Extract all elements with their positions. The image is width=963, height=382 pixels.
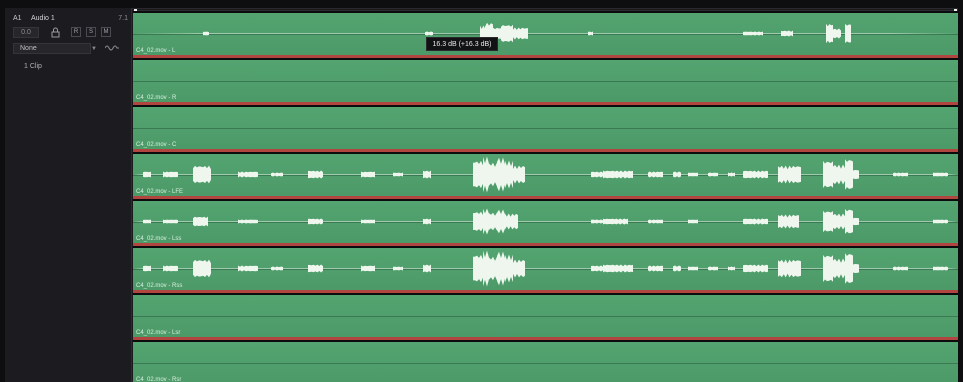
waveform-icon[interactable] [105,44,119,52]
waveform-path [133,22,958,45]
lane-label: C4_02.mov - R [136,95,177,101]
clip-count: 1 Clip [24,63,42,70]
lane-centerline [133,362,958,364]
waveform [133,208,958,235]
audio-lane[interactable]: C4_02.mov - Lsr [133,293,958,340]
lane-label: C4_02.mov - Lsr [136,330,181,336]
effect-select[interactable]: None [13,43,91,54]
track-name[interactable]: Audio 1 [31,15,55,22]
lane-label: C4_02.mov - Rss [136,283,183,289]
mute-button[interactable]: M [101,27,111,37]
audio-clip[interactable]: C4_02.mov - L C4_02.mov - R C4_02.mov - C C… [133,11,958,382]
audio-lane[interactable]: C4_02.mov - Rss [133,246,958,293]
chevron-down-icon[interactable]: ▼ [91,46,97,52]
lane-label: C4_02.mov - Lss [136,236,182,242]
waveform-path [133,250,958,287]
lane-centerline [133,80,958,82]
audio-lane[interactable]: C4_02.mov - Lss [133,199,958,246]
volume-tooltip: 16.3 dB (+16.3 dB) [426,37,498,51]
record-button[interactable]: R [71,27,81,37]
waveform [133,22,958,45]
audio-lane[interactable]: C4_02.mov - Rsr [133,340,958,382]
waveform [133,156,958,193]
waveform [133,250,958,287]
track-header: A1 Audio 1 7.1 0.0 R S M None ▼ 1 Clip [5,8,132,382]
lane-centerline [133,127,958,129]
lane-label: C4_02.mov - Rsr [136,377,182,382]
lane-label: C4_02.mov - L [136,48,176,54]
track-effect-row: None ▼ [5,42,132,56]
audio-lane[interactable]: C4_02.mov - LFE [133,152,958,199]
volume-field[interactable]: 0.0 [13,27,39,38]
lane-label: C4_02.mov - C [136,142,177,148]
audio-lane[interactable]: C4_02.mov - R [133,58,958,105]
lane-centerline [133,315,958,317]
solo-button[interactable]: S [86,27,96,37]
track-title-row: A1 Audio 1 7.1 [5,12,132,26]
track-format: 7.1 [118,15,128,22]
waveform-path [133,208,958,235]
lane-label: C4_02.mov - LFE [136,189,184,195]
lock-icon[interactable] [51,27,60,38]
audio-lane[interactable]: C4_02.mov - L [133,11,958,58]
track-controls-row: 0.0 R S M [5,26,132,40]
waveform-path [133,156,958,193]
audio-lane[interactable]: C4_02.mov - C [133,105,958,152]
track-id: A1 [13,15,22,22]
